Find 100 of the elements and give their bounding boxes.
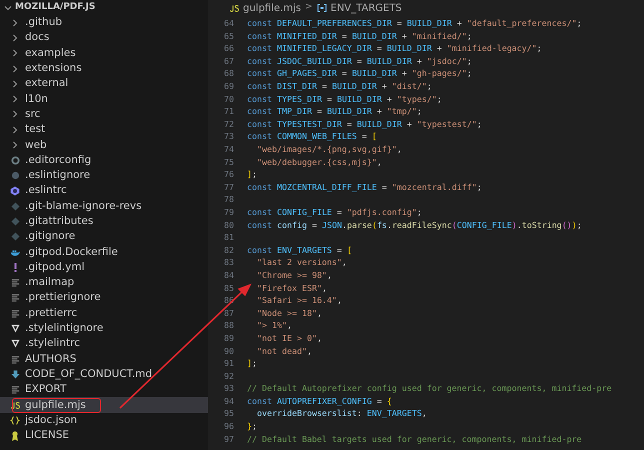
file-tree-item[interactable]: .gitignore [0, 229, 208, 244]
code-line: const MOZCENTRAL_DIFF_FILE = "mozcentral.diff"; [246, 180, 482, 194]
file-tree-item[interactable]: .editorconfig [0, 152, 208, 168]
file-tree-item[interactable]: .stylelintignore [0, 320, 208, 336]
file-tree-item[interactable]: LICENSE [0, 428, 208, 444]
file-tree-item[interactable]: .gitpod.yml [0, 260, 208, 276]
file-name: jsdoc.json [25, 414, 78, 427]
line-number: 65 [223, 30, 235, 42]
file-name: docs [25, 31, 50, 44]
file-name: .gitpod.yml [25, 260, 84, 274]
file-name: gulpfile.mjs [13, 398, 100, 412]
code-line: const MINIFIED_DIR = BUILD_DIR + "minified/"; [246, 30, 472, 42]
code-line: "last 2 versions", [256, 256, 347, 269]
file-name: AUTHORS [25, 352, 76, 366]
file-tree-item[interactable]: .prettierrc [0, 306, 208, 321]
code-line: "> 1%", [256, 319, 292, 332]
file-name: .gitattributes [25, 215, 94, 228]
file-tree-item[interactable]: docs [0, 30, 208, 46]
file-name: extensions [25, 62, 82, 76]
code-line: const MINIFIED_LEGACY_DIR = BUILD_DIR + "minified-legacy/"; [246, 42, 542, 55]
code-line: const ENV_TARGETS = [ [246, 244, 352, 256]
file-tree-item[interactable]: src [0, 106, 208, 122]
line-number: 89 [223, 332, 235, 344]
file-name: .github [25, 16, 62, 30]
file-tree-item[interactable]: examples [0, 46, 208, 61]
file-name: l10n [25, 92, 48, 106]
line-number: 64 [223, 17, 235, 30]
file-name: EXPORT [25, 383, 66, 396]
file-name: .eslintrc [25, 184, 67, 198]
code-line: "Chrome >= 98", [256, 268, 332, 282]
file-name: .git-blame-ignore-revs [25, 200, 142, 213]
file-tree-item[interactable]: .stylelintrc [0, 336, 208, 352]
breadcrumb-item[interactable]: ENV_TARGETS [330, 0, 402, 16]
line-number: 95 [223, 407, 235, 420]
file-tree-item[interactable]: .eslintignore [0, 168, 208, 184]
line-number: 83 [223, 256, 235, 269]
file-name: src [25, 108, 40, 121]
code-line: const GH_PAGES_DIR = BUILD_DIR + "gh-pages/"; [246, 67, 472, 80]
code-line: "not dead", [256, 344, 312, 357]
file-name: .stylelintrc [25, 337, 80, 350]
code-line: const JSDOC_BUILD_DIR = BUILD_DIR + "jsdoc/"; [246, 54, 472, 68]
file-tree-item[interactable]: CODE_OF_CONDUCT.md [0, 366, 208, 382]
line-number: 88 [223, 319, 235, 332]
line-number: 71 [223, 105, 235, 118]
file-name: .gitpod.Dockerfile [25, 246, 118, 259]
file-tree-item[interactable]: .mailmap [0, 275, 208, 290]
file-tree-item[interactable]: EXPORT [0, 382, 208, 398]
file-name: .stylelintignore [25, 322, 104, 336]
code-line: ]; [246, 357, 257, 370]
line-number: 96 [223, 420, 235, 433]
file-tree-item[interactable]: test [0, 122, 208, 138]
line-number: 81 [223, 231, 235, 244]
line-number: 69 [223, 80, 235, 92]
file-name: .prettierrc [25, 306, 78, 320]
code-line: overrideBrowserslist: ENV_TARGETS, [256, 407, 427, 420]
file-tree-item[interactable]: external [0, 76, 208, 92]
file-name: .eslintignore [25, 169, 90, 182]
line-number: 87 [223, 306, 235, 320]
line-number: 70 [223, 92, 235, 106]
line-number: 73 [223, 130, 235, 143]
line-number: 82 [223, 244, 235, 256]
file-tree-item[interactable]: .github [0, 15, 208, 30]
line-number: 84 [223, 268, 235, 282]
file-name: test [25, 123, 46, 136]
line-number: 72 [223, 118, 235, 130]
file-tree-item[interactable]: .gitattributes [0, 214, 208, 230]
line-number: 76 [223, 168, 235, 181]
line-number: 79 [223, 206, 235, 218]
code-line: // Default Autoprefixer config used for generic, components, minified-pre [246, 382, 612, 395]
file-name: LICENSE [25, 429, 70, 442]
code-line: const DEFAULT_PREFERENCES_DIR = BUILD_DIR + "default_preferences/"; [246, 17, 582, 30]
code-line: const COMMON_WEB_FILES = [ [246, 130, 377, 143]
file-tree-item[interactable]: extensions [0, 60, 208, 76]
file-tree-item[interactable]: gulpfile.mjs [0, 397, 208, 413]
line-number: 90 [223, 344, 235, 357]
line-number: 80 [223, 218, 235, 232]
code-line: "not IE > 0", [256, 332, 322, 344]
line-number: 68 [223, 67, 235, 80]
line-number: 74 [223, 143, 235, 156]
file-name: .prettierignore [25, 291, 101, 304]
file-tree-item[interactable]: jsdoc.json [0, 412, 208, 428]
line-number: 97 [223, 432, 235, 446]
code-line: const TYPESTEST_DIR = BUILD_DIR + "typestest/"; [246, 118, 482, 130]
file-name: web [25, 138, 47, 152]
line-number: 91 [223, 357, 235, 370]
file-name: CODE_OF_CONDUCT.md [25, 368, 152, 381]
file-tree-item[interactable]: l10n [0, 91, 208, 107]
file-tree-item[interactable]: AUTHORS [0, 352, 208, 367]
code-line: }; [246, 420, 257, 433]
file-tree-item[interactable]: .eslintrc [0, 183, 208, 199]
project-title: MOZILLA/PDF.JS [15, 1, 96, 14]
explorer-header[interactable]: MOZILLA/PDF.JS [0, 1, 208, 15]
breadcrumb-item[interactable]: gulpfile.mjs [243, 0, 301, 16]
file-tree-item[interactable]: .prettierignore [0, 290, 208, 306]
line-number: 77 [223, 180, 235, 194]
file-tree-item[interactable]: web [0, 137, 208, 153]
line-number: 75 [223, 156, 235, 168]
file-tree-item[interactable]: .gitpod.Dockerfile [0, 244, 208, 260]
code-line: "Safari >= 16.4", [256, 294, 342, 307]
file-tree-item[interactable]: .git-blame-ignore-revs [0, 198, 208, 214]
